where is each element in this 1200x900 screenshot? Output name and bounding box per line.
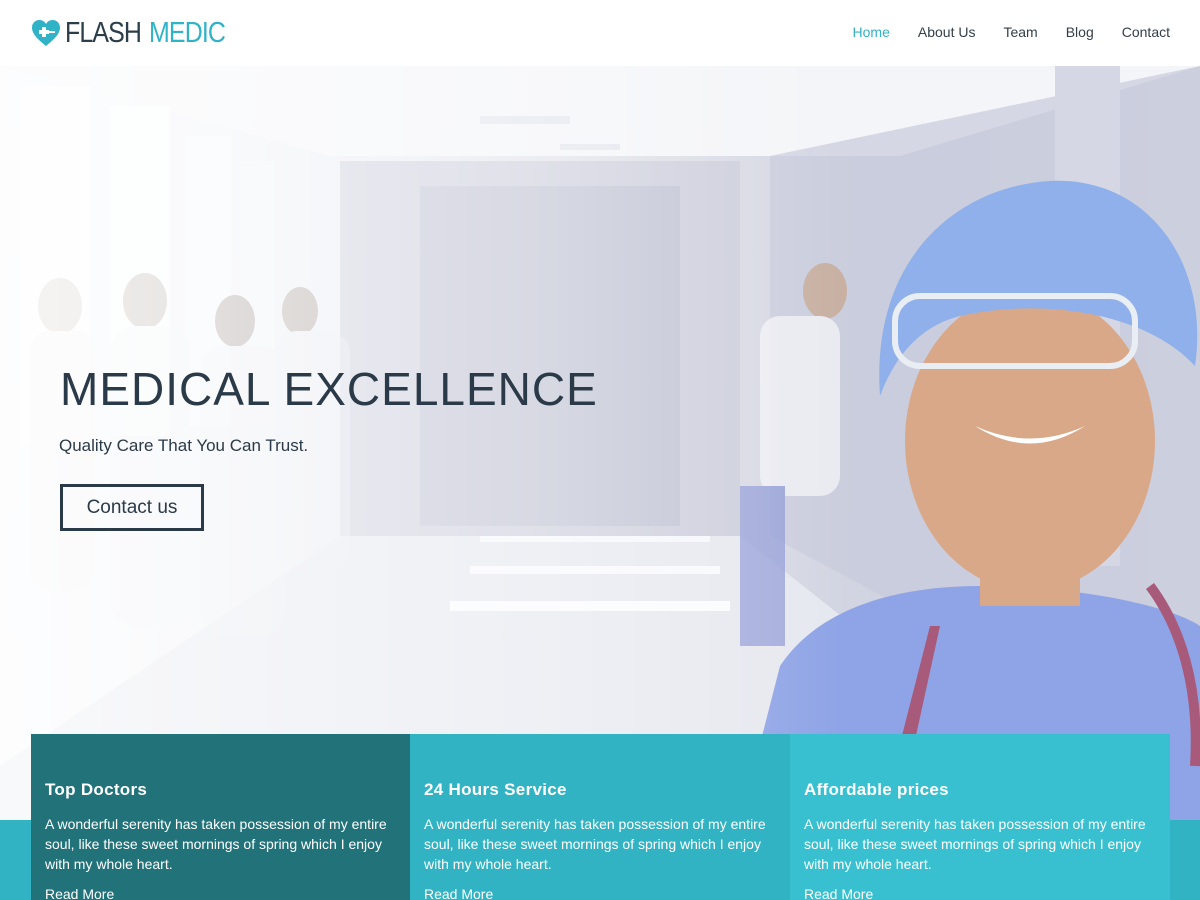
nav-item-blog[interactable]: Blog <box>1066 22 1094 42</box>
feature-title: Affordable prices <box>804 780 949 799</box>
logo-text-flash: FLASH <box>65 16 142 49</box>
feature-title: 24 Hours Service <box>424 780 567 799</box>
feature-card-top-doctors: Top Doctors A wonderful serenity has tak… <box>31 734 410 900</box>
feature-text: A wonderful serenity has taken possessio… <box>424 816 766 872</box>
nav-item-about-us[interactable]: About Us <box>918 22 976 42</box>
features-row: Top Doctors A wonderful serenity has tak… <box>31 734 1170 900</box>
contact-us-button[interactable]: Contact us <box>60 484 204 531</box>
read-more-link[interactable]: Read More <box>45 886 396 900</box>
logo-text-medic: MEDIC <box>149 16 226 49</box>
nav-item-home[interactable]: Home <box>853 22 890 42</box>
hero-title: MEDICAL EXCELLENCE <box>60 363 598 415</box>
hero-subtitle: Quality Care That You Can Trust. <box>59 436 309 455</box>
site-header: FLASH MEDIC Home About Us Team Blog Cont… <box>0 0 1200 66</box>
nav-item-team[interactable]: Team <box>1003 22 1037 42</box>
read-more-link[interactable]: Read More <box>804 886 1156 900</box>
feature-card-24-hours-service: 24 Hours Service A wonderful serenity ha… <box>410 734 790 900</box>
read-more-link[interactable]: Read More <box>424 886 776 900</box>
feature-text: A wonderful serenity has taken possessio… <box>45 816 387 872</box>
feature-card-affordable-prices: Affordable prices A wonderful serenity h… <box>790 734 1170 900</box>
site-logo[interactable]: FLASH MEDIC <box>30 14 238 52</box>
feature-text: A wonderful serenity has taken possessio… <box>804 816 1146 872</box>
nav-item-contact[interactable]: Contact <box>1122 22 1170 42</box>
feature-title: Top Doctors <box>45 780 148 799</box>
heart-cross-icon <box>32 20 60 46</box>
main-nav: Home About Us Team Blog Contact <box>825 22 1170 42</box>
